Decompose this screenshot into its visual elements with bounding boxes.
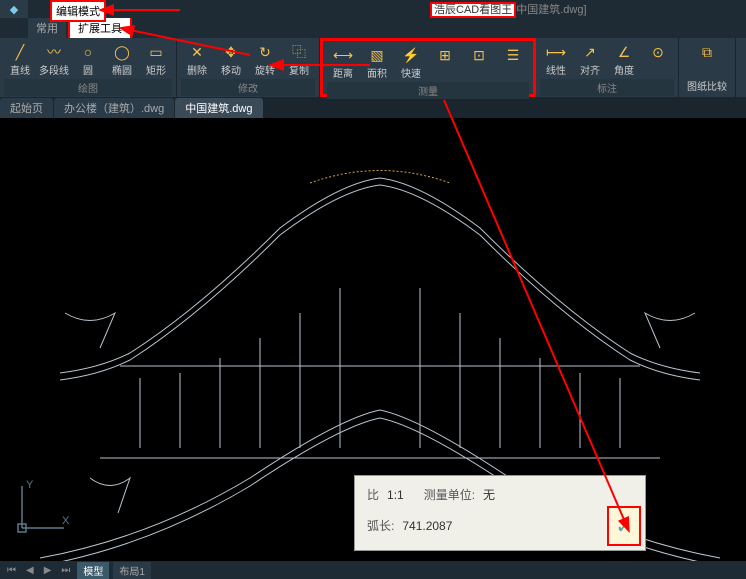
ellipse-icon: ◯	[112, 42, 132, 62]
tool-quick[interactable]: ⚡快速	[395, 43, 427, 82]
ucs-x-label: X	[62, 515, 70, 527]
tool-circle[interactable]: ○圆	[72, 40, 104, 79]
ribbon-group-modify: ✕删除 ✥移动 ↻旋转 ⿻复制 修改	[177, 38, 320, 97]
tool-label: 快速	[401, 65, 421, 80]
ribbon-group-compare: ⧉ 图纸比较	[679, 38, 736, 97]
ratio-value: 1:1	[387, 488, 404, 502]
title-bar: ◆ 编辑模式 浩辰CAD看图王中国建筑.dwg]	[0, 0, 746, 18]
doc-name: 中国建筑.dwg]	[516, 4, 586, 16]
nav-next-icon[interactable]: ▶	[41, 565, 55, 576]
ribbon: ╱直线 〰多段线 ○圆 ◯椭圆 ▭矩形 绘图 ✕删除 ✥移动 ↻旋转 ⿻复制 修…	[0, 38, 746, 98]
copy-icon: ⿻	[289, 42, 309, 62]
move-icon: ✥	[221, 42, 241, 62]
nav-last-icon[interactable]: ⏭	[58, 565, 73, 576]
tool-area[interactable]: ▧面积	[361, 43, 393, 82]
tool-label: 多段线	[39, 62, 69, 77]
model-tab[interactable]: 模型	[77, 562, 109, 579]
nav-prev-icon[interactable]: ◀	[23, 565, 37, 576]
ribbon-group-draw: ╱直线 〰多段线 ○圆 ◯椭圆 ▭矩形 绘图	[0, 38, 177, 97]
tool-a4[interactable]: ⊙	[642, 40, 674, 79]
tool-linear[interactable]: ⟼线性	[540, 40, 572, 79]
unit-value: 无	[483, 488, 495, 502]
tool-angle[interactable]: ∠角度	[608, 40, 640, 79]
tool-move[interactable]: ✥移动	[215, 40, 247, 79]
polyline-icon: 〰	[44, 42, 64, 62]
tool-polyline[interactable]: 〰多段线	[38, 40, 70, 79]
filetab-office[interactable]: 办公楼（建筑）.dwg	[54, 98, 174, 118]
linear-icon: ⟼	[546, 42, 566, 62]
ribbon-group-annot: ⟼线性 ↗对齐 ∠角度 ⊙ 标注	[536, 38, 679, 97]
measure-result-panel: 比 1:1 测量单位: 无 弧长: 741.2087 ✓	[354, 475, 646, 551]
tool-label: 复制	[289, 62, 309, 77]
rect-icon: ▭	[146, 42, 166, 62]
status-bar: ⏮ ◀ ▶ ⏭ 模型 布局1	[0, 561, 746, 579]
tool-label: 移动	[221, 62, 241, 77]
tool-m4[interactable]: ⊞	[429, 43, 461, 82]
measure-icon: ⊞	[435, 45, 455, 65]
tool-label: 图纸比较	[687, 78, 727, 93]
tool-line[interactable]: ╱直线	[4, 40, 36, 79]
app-name: 浩辰CAD看图王	[430, 2, 516, 18]
area-icon: ▧	[367, 45, 387, 65]
window-title: 浩辰CAD看图王中国建筑.dwg]	[430, 1, 587, 17]
angle-icon: ∠	[614, 42, 634, 62]
tool-label: 矩形	[146, 62, 166, 77]
tool-label: 距离	[333, 65, 353, 80]
measure-icon: ☰	[503, 45, 523, 65]
tool-label: 对齐	[580, 62, 600, 77]
align-icon: ↗	[580, 42, 600, 62]
ucs-y-label: Y	[26, 479, 34, 491]
distance-icon: ⟷	[333, 45, 353, 65]
tool-rect[interactable]: ▭矩形	[140, 40, 172, 79]
arc-label: 弧长:	[367, 519, 394, 533]
ribbon-group-measure: ⟷距离 ▧面积 ⚡快速 ⊞ ⊡ ☰ 测量	[320, 38, 536, 97]
group-label-draw: 绘图	[4, 79, 172, 96]
compare-icon: ⧉	[697, 42, 717, 62]
tool-align[interactable]: ↗对齐	[574, 40, 606, 79]
ratio-label: 比	[367, 488, 379, 502]
group-label-annot: 标注	[540, 79, 674, 96]
group-label-modify: 修改	[181, 79, 315, 96]
tool-label: 线性	[546, 62, 566, 77]
measure-icon: ⊡	[469, 45, 489, 65]
tool-copy[interactable]: ⿻复制	[283, 40, 315, 79]
tool-label: 旋转	[255, 62, 275, 77]
filetab-china[interactable]: 中国建筑.dwg	[175, 98, 262, 118]
rotate-icon: ↻	[255, 42, 275, 62]
tool-label: 椭圆	[112, 62, 132, 77]
tool-label: 圆	[83, 62, 93, 77]
tool-m5[interactable]: ⊡	[463, 43, 495, 82]
tool-label: 面积	[367, 65, 387, 80]
layout-tab[interactable]: 布局1	[113, 562, 151, 579]
line-icon: ╱	[10, 42, 30, 62]
delete-icon: ✕	[187, 42, 207, 62]
quick-icon: ⚡	[401, 45, 421, 65]
confirm-button[interactable]: ✓	[607, 506, 641, 546]
group-label-measure: 测量	[327, 82, 529, 99]
app-logo-icon: ◆	[0, 0, 28, 18]
tool-rotate[interactable]: ↻旋转	[249, 40, 281, 79]
arc-value: 741.2087	[402, 519, 452, 533]
tool-compare[interactable]: ⧉ 图纸比较	[683, 40, 731, 95]
tool-delete[interactable]: ✕删除	[181, 40, 213, 79]
annot-icon: ⊙	[648, 42, 668, 62]
tool-label: 删除	[187, 62, 207, 77]
tool-label: 角度	[614, 62, 634, 77]
tool-ellipse[interactable]: ◯椭圆	[106, 40, 138, 79]
tool-distance[interactable]: ⟷距离	[327, 43, 359, 82]
tool-label: 直线	[10, 62, 30, 77]
filetab-start[interactable]: 起始页	[0, 98, 53, 118]
drawing-canvas[interactable]: Y X 比 1:1 测量单位: 无 弧长: 741.2087 ✓	[0, 118, 746, 561]
ribbon-tab-bar: 常用 扩展工具	[0, 18, 746, 38]
file-tab-bar: 起始页 办公楼（建筑）.dwg 中国建筑.dwg	[0, 98, 746, 118]
nav-first-icon[interactable]: ⏮	[4, 565, 19, 576]
tool-m6[interactable]: ☰	[497, 43, 529, 82]
edit-mode-button[interactable]: 编辑模式	[50, 0, 106, 22]
circle-icon: ○	[78, 42, 98, 62]
ucs-icon: Y X	[12, 478, 72, 541]
unit-label: 测量单位:	[424, 488, 475, 502]
